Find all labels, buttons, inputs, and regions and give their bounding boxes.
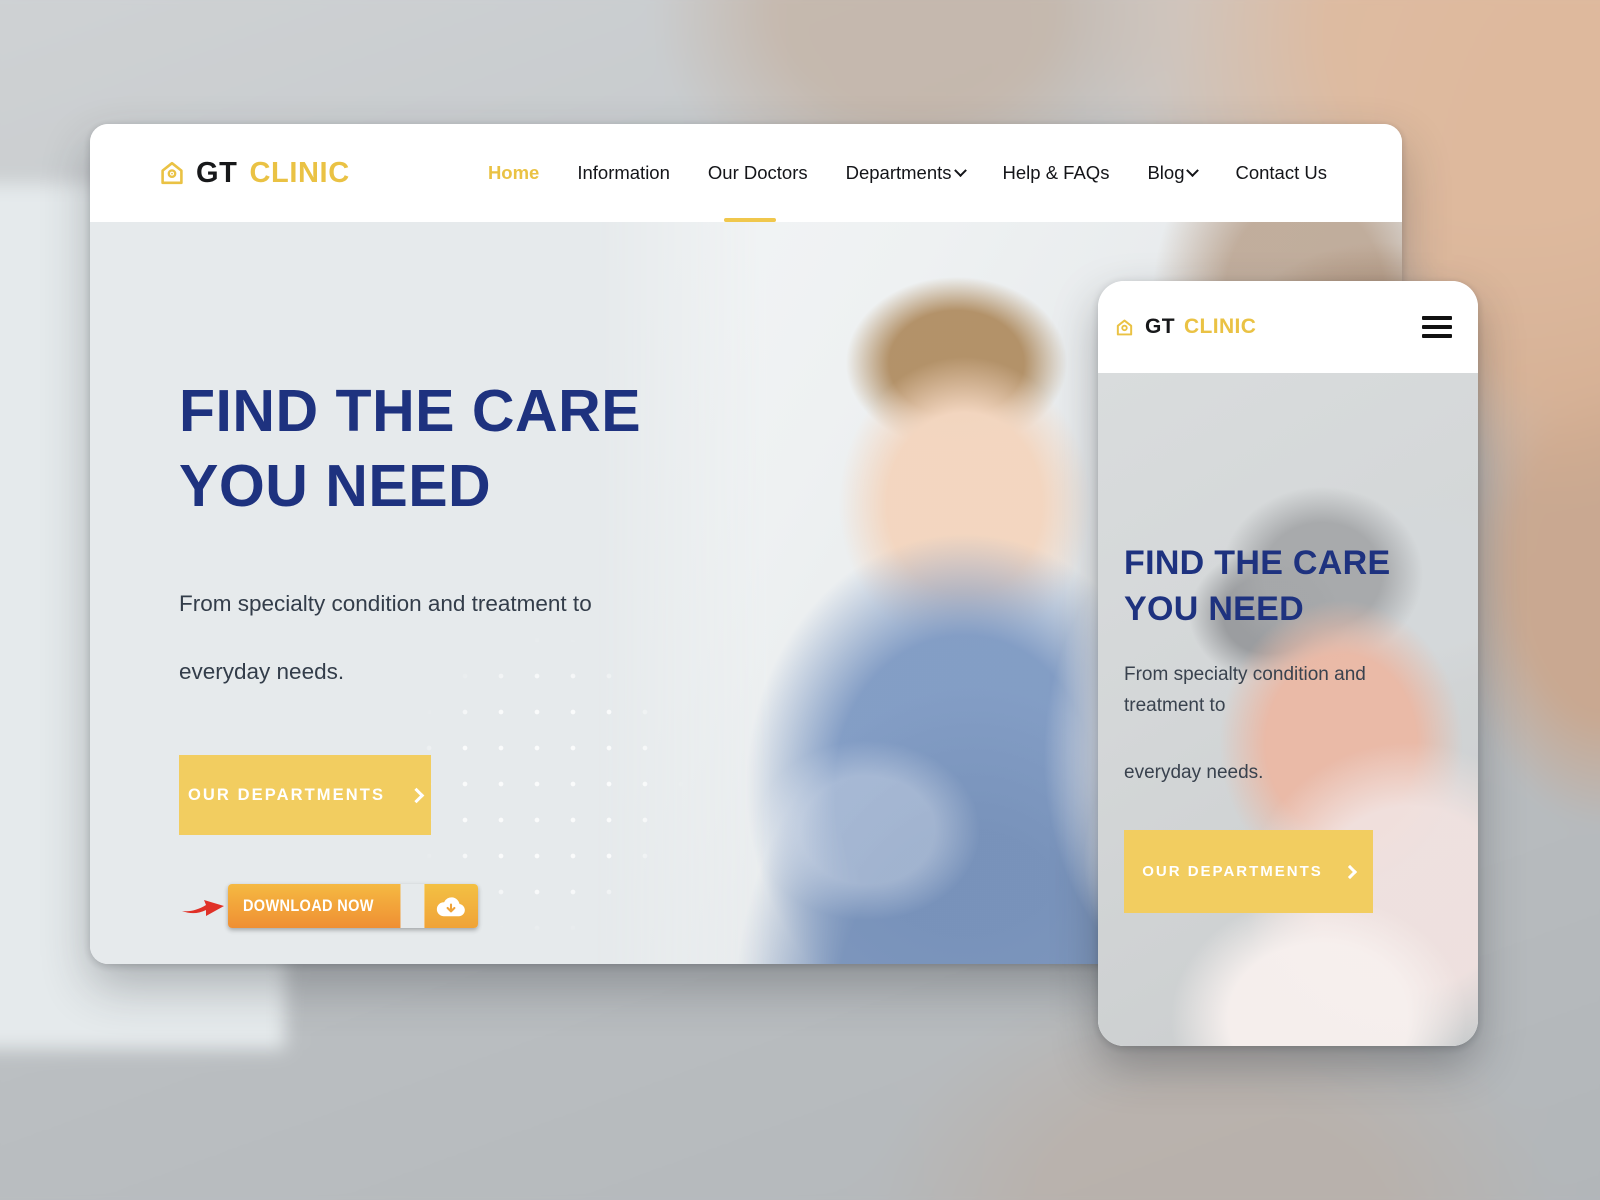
nav-item-information[interactable]: Information bbox=[558, 162, 689, 184]
hero-paragraph: From specialty condition and treatment t… bbox=[179, 570, 679, 707]
hamburger-menu-icon[interactable] bbox=[1422, 316, 1452, 338]
mobile-hero-paragraph: From specialty condition and treatment t… bbox=[1124, 660, 1460, 789]
nav-item-departments[interactable]: Departments bbox=[827, 162, 984, 184]
mobile-hero-heading: FIND THE CARE YOU NEED bbox=[1124, 541, 1460, 632]
nav-item-contact-us[interactable]: Contact Us bbox=[1216, 162, 1346, 184]
mobile-phone-mockup: GT CLINIC FIND THE CARE YOU NEED From spe… bbox=[1098, 281, 1478, 1046]
desktop-header: GT CLINIC Home Information Our Doctors De… bbox=[90, 124, 1402, 222]
hero-paragraph-line2: everyday needs. bbox=[179, 659, 345, 685]
download-now-badge: DOWNLOAD NOW bbox=[182, 884, 478, 928]
mobile-hero-heading-line1: FIND THE CARE bbox=[1124, 544, 1391, 582]
chevron-down-icon bbox=[1186, 163, 1200, 177]
hero-content: FIND THE CARE YOU NEED From specialty co… bbox=[179, 374, 739, 836]
brand-name: GT CLINIC bbox=[196, 157, 350, 190]
red-arrow-icon bbox=[182, 891, 228, 921]
nav-item-home[interactable]: Home bbox=[469, 162, 558, 184]
mobile-hero-paragraph-line2: treatment to bbox=[1124, 695, 1226, 717]
hero-heading: FIND THE CARE YOU NEED bbox=[179, 374, 739, 524]
mobile-brand-name-primary: GT bbox=[1145, 315, 1175, 338]
screenshot-scene: THNE y cords. NTS › GTCLINIC bbox=[0, 0, 1600, 1200]
mobile-brand-name-secondary: CLINIC bbox=[1183, 315, 1257, 338]
nav-item-information-label: Information bbox=[577, 162, 670, 183]
cloud-download-icon bbox=[423, 884, 478, 928]
nav-item-our-doctors[interactable]: Our Doctors bbox=[689, 162, 827, 184]
brand-logo[interactable]: GT CLINIC bbox=[160, 157, 350, 190]
mobile-our-departments-button[interactable]: OUR DEPARTMENTS bbox=[1124, 830, 1373, 913]
active-nav-indicator bbox=[724, 218, 776, 222]
mobile-hero-content: FIND THE CARE YOU NEED From specialty co… bbox=[1098, 373, 1478, 913]
home-pin-icon bbox=[1116, 319, 1133, 336]
chevron-right-icon bbox=[408, 787, 425, 803]
brand-name-secondary: CLINIC bbox=[249, 156, 350, 189]
nav-item-help-faqs-label: Help & FAQs bbox=[1002, 162, 1110, 183]
nav-item-contact-us-label: Contact Us bbox=[1235, 162, 1327, 183]
nav-item-our-doctors-label: Our Doctors bbox=[707, 162, 808, 183]
nav-item-departments-label: Departments bbox=[845, 162, 952, 183]
download-now-button[interactable]: DOWNLOAD NOW bbox=[228, 884, 478, 928]
download-now-label: DOWNLOAD NOW bbox=[228, 884, 401, 928]
nav-item-home-label: Home bbox=[487, 162, 540, 183]
mobile-hero-heading-line2: YOU NEED bbox=[1124, 589, 1304, 628]
chevron-right-icon bbox=[1342, 864, 1357, 879]
mobile-hero-section: FIND THE CARE YOU NEED From specialty co… bbox=[1098, 373, 1478, 1046]
hero-heading-line2: YOU NEED bbox=[179, 452, 492, 519]
nav-item-blog[interactable]: Blog bbox=[1128, 162, 1216, 184]
hero-heading-line1: FIND THE CARE bbox=[179, 378, 642, 444]
brand-name-primary: GT bbox=[196, 156, 238, 189]
mobile-brand-name: GT CLINIC bbox=[1145, 315, 1256, 339]
mobile-brand-logo[interactable]: GT CLINIC bbox=[1116, 315, 1256, 339]
our-departments-button-label: OUR DEPARTMENTS bbox=[187, 785, 386, 804]
nav-item-help-faqs[interactable]: Help & FAQs bbox=[984, 162, 1129, 184]
mobile-our-departments-button-label: OUR DEPARTMENTS bbox=[1142, 863, 1323, 880]
mobile-header: GT CLINIC bbox=[1098, 281, 1478, 373]
hero-paragraph-line1: From specialty condition and treatment t… bbox=[179, 590, 592, 616]
our-departments-button[interactable]: OUR DEPARTMENTS bbox=[179, 755, 431, 836]
home-pin-icon bbox=[160, 161, 184, 185]
mobile-hero-paragraph-line1: From specialty condition and bbox=[1124, 664, 1366, 686]
desktop-main-nav: Home Information Our Doctors Departments… bbox=[469, 162, 1402, 184]
mobile-hero-paragraph-line3: everyday needs. bbox=[1124, 762, 1264, 784]
chevron-down-icon bbox=[953, 163, 967, 177]
nav-item-blog-label: Blog bbox=[1147, 162, 1185, 183]
